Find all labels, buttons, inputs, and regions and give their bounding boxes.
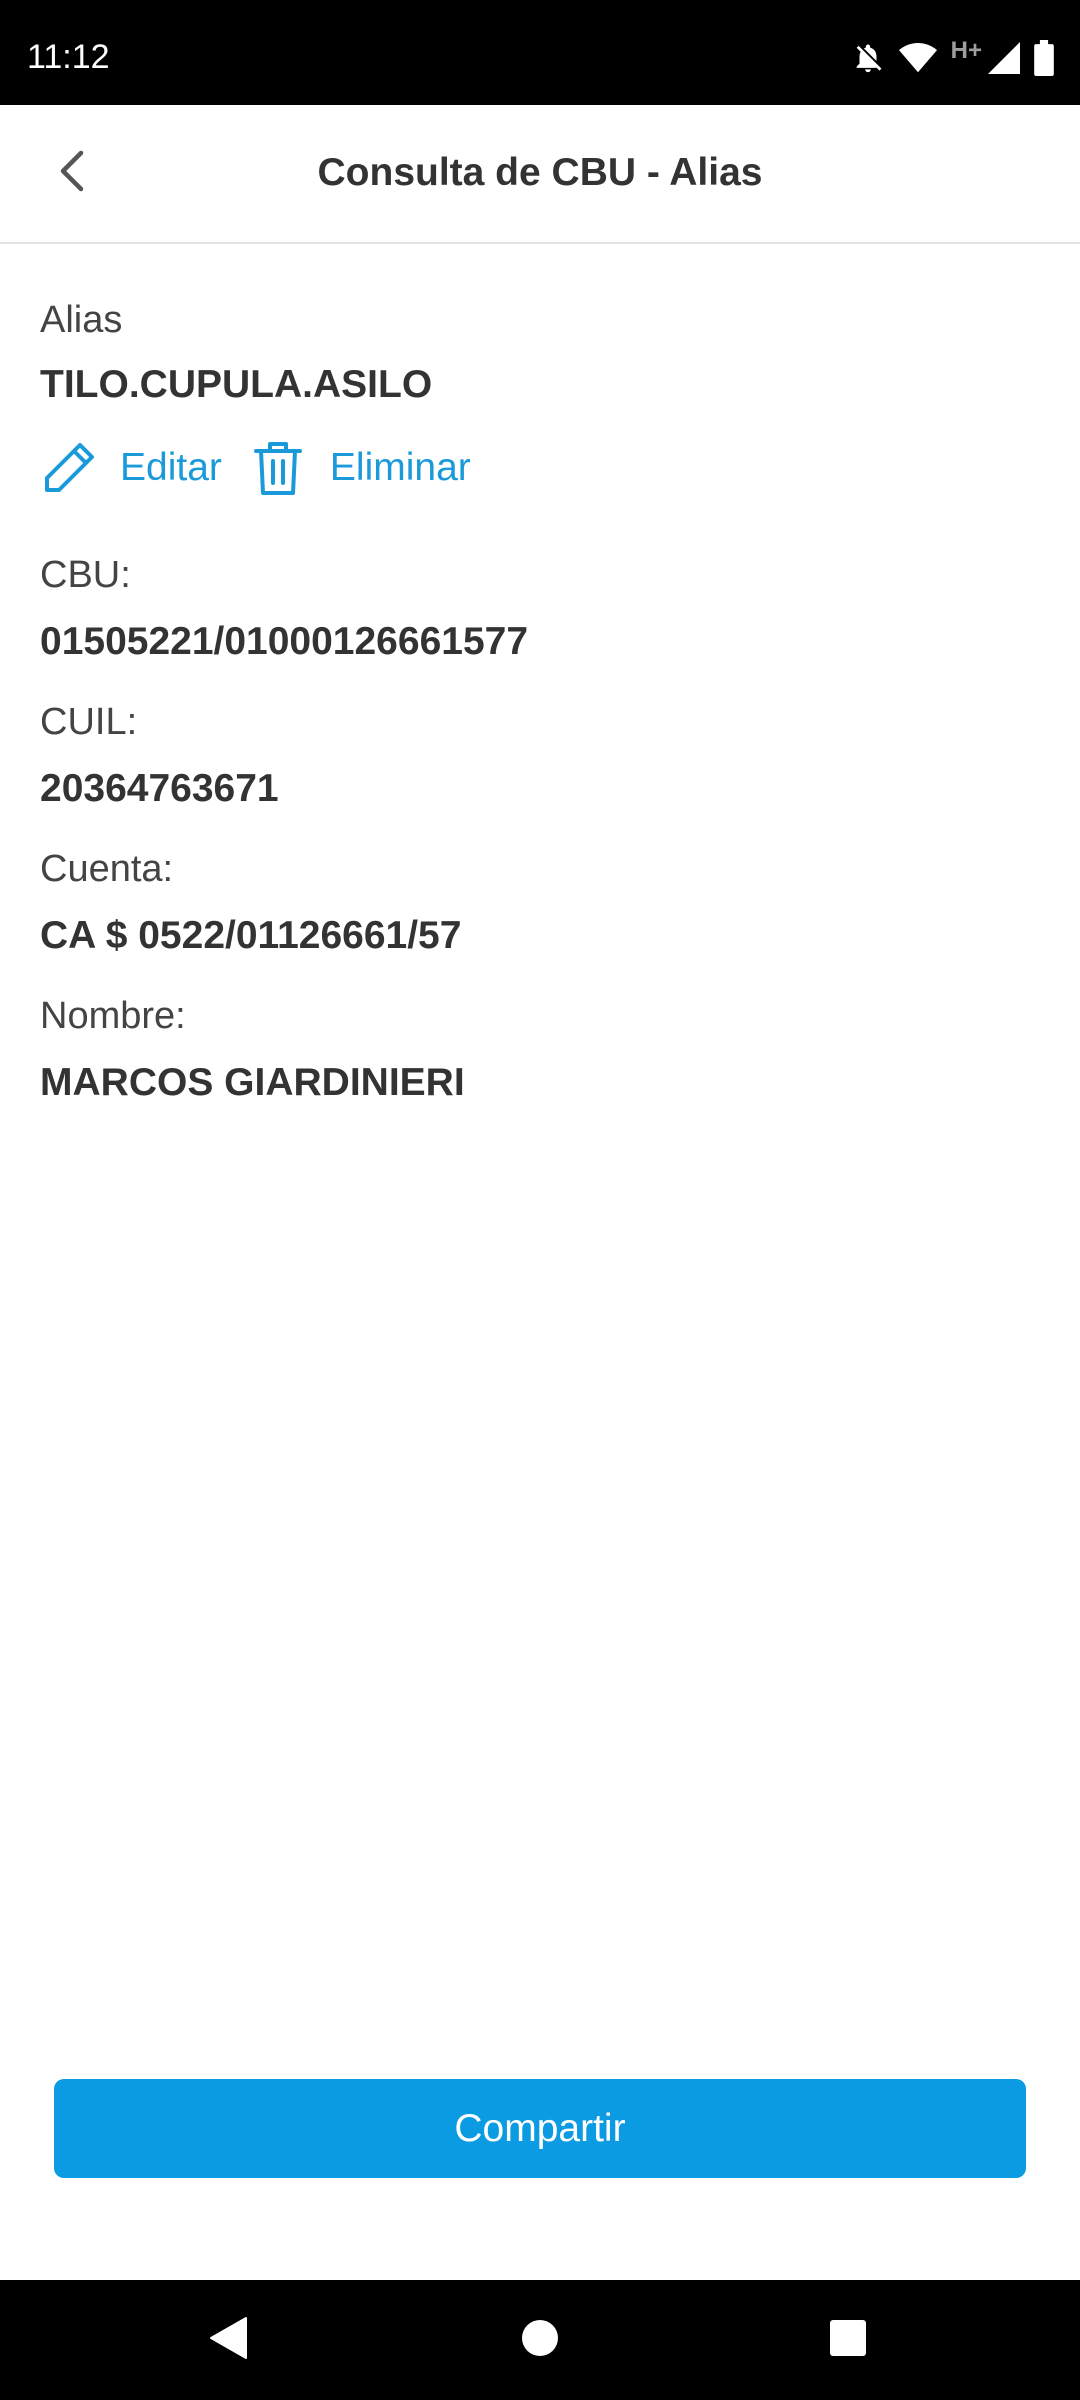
battery-icon <box>1034 40 1054 76</box>
field-value: 20364763671 <box>40 767 279 810</box>
delete-label: Eliminar <box>329 446 471 489</box>
field-value: 01505221/01000126661577 <box>40 620 529 663</box>
field-value: CA $ 0522/01126661/57 <box>40 914 462 957</box>
nav-home-button[interactable] <box>480 2280 600 2400</box>
system-nav-bar <box>0 2280 1080 2400</box>
nav-back-button[interactable] <box>168 2280 288 2400</box>
alias-label: Alias <box>40 299 123 341</box>
network-type: H+ <box>950 37 982 64</box>
field-value: MARCOS GIARDINIERI <box>40 1061 465 1104</box>
cell-signal-icon <box>988 42 1020 74</box>
alias-value: TILO.CUPULA.ASILO <box>40 363 433 406</box>
edit-label: Editar <box>120 446 222 489</box>
status-icons: H+ <box>851 37 1054 76</box>
app-bar: Consulta de CBU - Alias <box>0 105 1080 244</box>
delete-button[interactable]: Eliminar <box>252 439 471 497</box>
share-button[interactable]: Compartir <box>54 2079 1026 2178</box>
cbu-field: CBU: 01505221/01000126661577 <box>40 551 528 667</box>
field-label: Nombre: <box>40 995 186 1037</box>
page-title: Consulta de CBU - Alias <box>317 151 763 194</box>
status-time: 11:12 <box>27 38 110 76</box>
wifi-icon <box>898 41 937 75</box>
nav-recents-button[interactable] <box>788 2280 908 2400</box>
cuenta-field: Cuenta: CA $ 0522/01126661/57 <box>40 845 461 961</box>
notifications-off-icon <box>851 41 885 75</box>
edit-button[interactable]: Editar <box>40 439 222 497</box>
status-bar: 11:12 H+ <box>0 0 1080 105</box>
home-circle-icon <box>521 2319 559 2362</box>
recents-square-icon <box>829 2319 867 2362</box>
field-label: CUIL: <box>40 701 138 743</box>
field-label: Cuenta: <box>40 848 174 890</box>
trash-icon <box>252 439 330 497</box>
field-label: CBU: <box>40 554 131 596</box>
pencil-icon <box>40 439 120 497</box>
cuil-field: CUIL: 20364763671 <box>40 698 279 814</box>
nombre-field: Nombre: MARCOS GIARDINIERI <box>40 992 465 1108</box>
back-triangle-icon <box>208 2316 248 2365</box>
alias-actions: Editar Eliminar <box>40 436 471 500</box>
